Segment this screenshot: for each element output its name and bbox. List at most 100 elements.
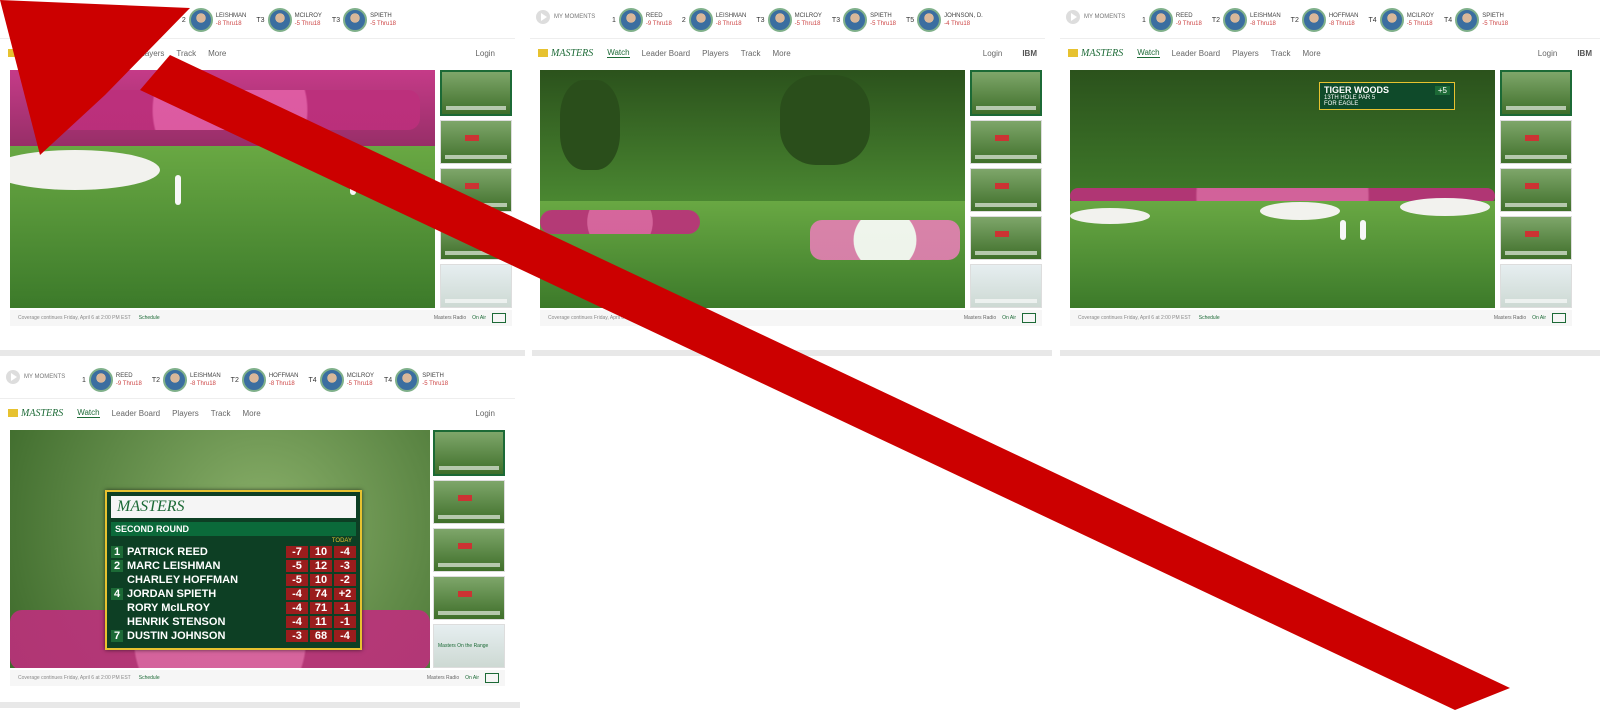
player-tile[interactable]: T4 MCILROY -5 Thru18	[309, 368, 374, 392]
channel-thumb[interactable]	[970, 264, 1042, 308]
radio-icon[interactable]	[485, 673, 499, 683]
divider	[532, 350, 1052, 356]
masters-logo[interactable]: MASTERS	[8, 48, 63, 59]
channel-thumb[interactable]	[433, 528, 505, 572]
avatar	[343, 8, 368, 32]
leaderboard-position: 1	[111, 546, 123, 558]
nav-leaderboard[interactable]: Leader Board	[1172, 49, 1220, 58]
player-tile[interactable]: T3 MCILROY -5 Thru18	[256, 8, 322, 32]
nav-players[interactable]: Players	[138, 49, 165, 58]
channel-thumb[interactable]	[440, 168, 512, 212]
leaderboard-to-par: -4	[286, 588, 308, 600]
leaderboard-to-par: -4	[286, 616, 308, 628]
player-tile[interactable]: T3 MCILROY -5 Thru18	[756, 8, 822, 32]
nav-leaderboard[interactable]: Leader Board	[112, 409, 160, 418]
tree	[780, 75, 870, 165]
channel-thumb[interactable]	[970, 120, 1042, 164]
nav-more[interactable]: More	[772, 49, 790, 58]
channel-thumb[interactable]	[970, 216, 1042, 260]
player-tile[interactable]: T2 LEISHMAN -8 Thru18	[1212, 8, 1281, 32]
player-tile[interactable]: T3 SPIETH -5 Thru18	[832, 8, 896, 32]
radio-icon[interactable]	[1552, 313, 1566, 323]
player-tile[interactable]: 2 LEISHMAN -8 Thru18	[182, 8, 246, 32]
nav-more[interactable]: More	[1302, 49, 1320, 58]
schedule-link[interactable]: Schedule	[139, 675, 160, 681]
my-moments-button[interactable]: MY MOMENTS	[6, 370, 65, 384]
player-tile[interactable]: T3 SPIETH -5 Thru18	[332, 8, 396, 32]
player-tile[interactable]: 1 REED -9 Thru18	[1142, 8, 1202, 32]
player-tile[interactable]: T2 HOFFMAN -8 Thru18	[231, 368, 299, 392]
masters-logo[interactable]: MASTERS	[1068, 48, 1123, 59]
video-player[interactable]	[540, 70, 965, 308]
my-moments-button[interactable]: MY MOMENTS	[6, 10, 65, 24]
leaderboard-row: RORY McILROY -4 71 -1	[111, 602, 356, 614]
on-air-label: On Air	[1002, 315, 1016, 321]
player-tile[interactable]: T5 JOHNSON, D. -4 Thru18	[906, 8, 983, 32]
schedule-link[interactable]: Schedule	[1199, 315, 1220, 321]
leaderboard-today: -1	[334, 602, 356, 614]
masters-logo[interactable]: MASTERS	[538, 48, 593, 59]
channel-caption	[1505, 299, 1567, 303]
channel-thumb[interactable]	[433, 430, 505, 476]
nav-more[interactable]: More	[208, 49, 226, 58]
video-player[interactable]	[10, 70, 435, 308]
nav-watch[interactable]: Watch	[77, 408, 100, 418]
nav-watch[interactable]: Watch	[1137, 48, 1160, 58]
channel-thumb[interactable]	[1500, 70, 1572, 116]
player-tile[interactable]: T4 SPIETH -5 Thru18	[384, 368, 448, 392]
radio-icon[interactable]	[492, 313, 506, 323]
login-link[interactable]: Login	[475, 409, 495, 418]
nav-players[interactable]: Players	[1232, 49, 1259, 58]
channel-thumb[interactable]	[440, 120, 512, 164]
radio-icon[interactable]	[1022, 313, 1036, 323]
channel-thumb[interactable]	[440, 70, 512, 116]
nav-players[interactable]: Players	[702, 49, 729, 58]
nav-players[interactable]: Players	[172, 409, 199, 418]
nav-track[interactable]: Track	[211, 409, 231, 418]
player-name: REED	[145, 13, 163, 19]
player-tile[interactable]: T2 HOFFMAN -8 Thru18	[1291, 8, 1359, 32]
nav-track[interactable]: Track	[741, 49, 761, 58]
channel-thumb[interactable]	[1500, 120, 1572, 164]
schedule-link[interactable]: Schedule	[669, 315, 690, 321]
player-tile[interactable]: T2 LEISHMAN -8 Thru18	[152, 368, 221, 392]
live-badge	[458, 495, 472, 501]
channel-thumb[interactable]	[1500, 168, 1572, 212]
my-moments-button[interactable]: MY MOMENTS	[536, 10, 595, 24]
video-player[interactable]: TIGER WOODS +5 13TH HOLE PAR 5 FOR EAGLE	[1070, 70, 1495, 308]
player-tile[interactable]: 2 LEISHMAN -8 Thru18	[682, 8, 746, 32]
live-badge	[465, 231, 479, 237]
channel-thumb[interactable]	[433, 576, 505, 620]
nav-leaderboard[interactable]: Leader Board	[642, 49, 690, 58]
nav-track[interactable]: Track	[176, 49, 196, 58]
masters-logo[interactable]: MASTERS	[8, 408, 63, 419]
schedule-link[interactable]: Schedule	[139, 315, 160, 321]
login-link[interactable]: Login	[475, 49, 495, 58]
channel-thumb[interactable]	[970, 70, 1042, 116]
player-tile[interactable]: T4 MCILROY -5 Thru18	[1369, 8, 1434, 32]
channel-thumb[interactable]	[440, 264, 512, 308]
player-tile[interactable]: 1 REED -9 Thru18	[612, 8, 672, 32]
video-player[interactable]: MASTERS SECOND ROUND TODAY 1 PATRICK REED…	[10, 430, 430, 668]
login-link[interactable]: Login	[983, 49, 1003, 58]
player-tile[interactable]: 1 REED -9 Thru18	[82, 368, 142, 392]
my-moments-button[interactable]: MY MOMENTS	[1066, 10, 1125, 24]
player-tile[interactable]: 1 REED -9 Thru18	[112, 8, 172, 32]
divider	[0, 702, 520, 708]
channel-thumb[interactable]	[1500, 264, 1572, 308]
nav-leaderboard[interactable]: Leader Board	[77, 49, 125, 58]
channel-thumb[interactable]: Masters On the Range	[433, 624, 505, 668]
top-strip: MY MOMENTS 1 REED -9 Thru18 2 LEISHMAN -8 Th…	[0, 0, 515, 39]
nav-watch[interactable]: Watch	[607, 48, 630, 58]
channel-thumb[interactable]	[970, 168, 1042, 212]
nav-more[interactable]: More	[242, 409, 260, 418]
player-tile[interactable]: T4 SPIETH -5 Thru18	[1444, 8, 1508, 32]
login-link[interactable]: Login	[1538, 49, 1558, 58]
channel-thumb[interactable]	[433, 480, 505, 524]
today-label: TODAY	[331, 538, 352, 544]
golfer	[1360, 220, 1366, 240]
nav-track[interactable]: Track	[1271, 49, 1291, 58]
channel-thumb[interactable]	[440, 216, 512, 260]
channel-thumb[interactable]	[1500, 216, 1572, 260]
leaderboard-today: -3	[334, 560, 356, 572]
